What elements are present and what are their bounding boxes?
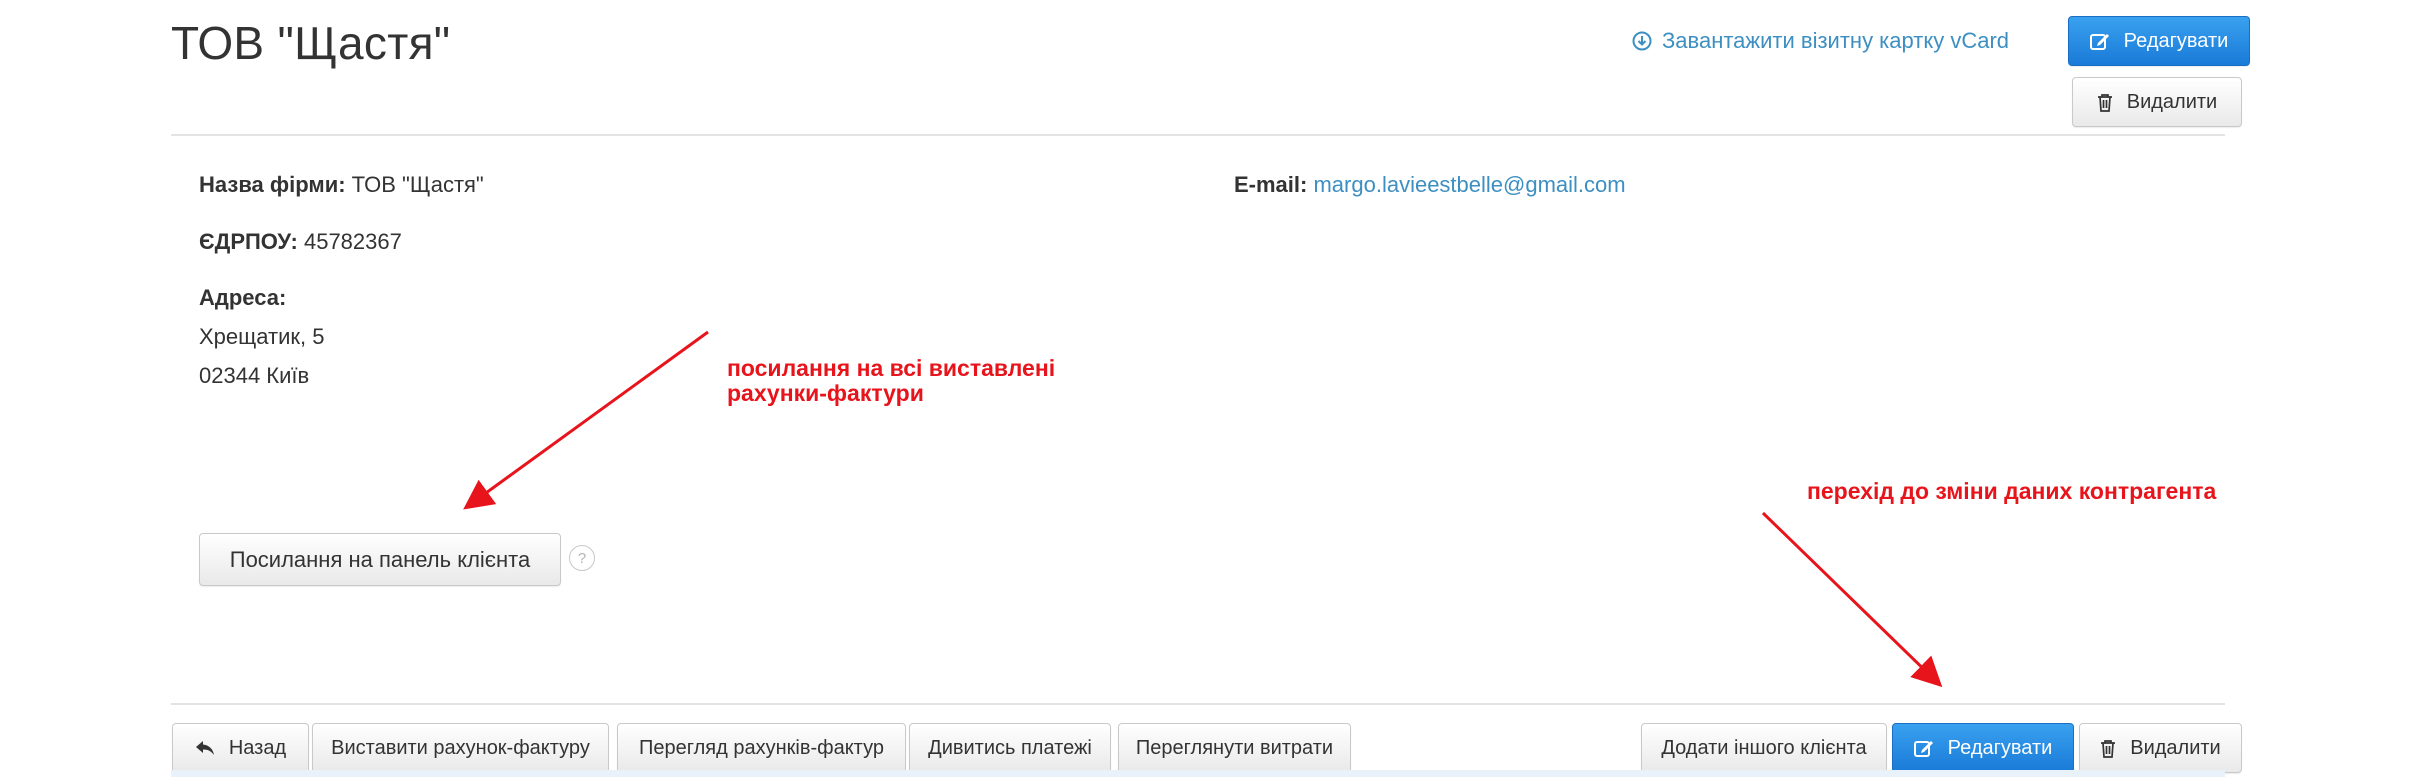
back-button[interactable]: Назад	[172, 723, 309, 773]
view-payments-label: Дивитись платежі	[928, 736, 1092, 759]
bottom-edge-strip	[171, 770, 2225, 777]
reply-arrow-icon	[195, 741, 214, 755]
add-client-label: Додати іншого клієнта	[1661, 736, 1867, 759]
footer-edit-label: Редагувати	[1947, 736, 2053, 759]
create-invoice-label: Виставити рахунок-фактуру	[331, 736, 590, 759]
footer-divider	[171, 703, 2225, 705]
create-invoice-button[interactable]: Виставити рахунок-фактуру	[312, 723, 609, 773]
view-payments-button[interactable]: Дивитись платежі	[909, 723, 1111, 773]
help-icon[interactable]: ?	[569, 545, 595, 571]
back-label: Назад	[228, 736, 287, 759]
view-expenses-button[interactable]: Переглянути витрати	[1118, 723, 1351, 773]
client-panel-link-button[interactable]: Посилання на панель клієнта	[199, 533, 561, 586]
footer-delete-label: Видалити	[2130, 736, 2221, 759]
footer-delete-button[interactable]: Видалити	[2079, 723, 2242, 773]
annotation-arrows	[463, 330, 1943, 688]
help-icon-glyph: ?	[577, 549, 587, 567]
annotation-arrow-invoices	[463, 330, 709, 510]
annotation-arrow-edit	[1761, 511, 1943, 688]
view-expenses-label: Переглянути витрати	[1135, 736, 1334, 759]
add-client-button[interactable]: Додати іншого клієнта	[1641, 723, 1887, 773]
pencil-square-icon	[1913, 741, 1933, 757]
view-invoices-label: Перегляд рахунків-фактур	[639, 736, 884, 759]
view-invoices-button[interactable]: Перегляд рахунків-фактур	[617, 723, 906, 773]
trash-icon	[2101, 739, 2116, 758]
client-panel-link-label: Посилання на панель клієнта	[229, 546, 531, 572]
footer-edit-button[interactable]: Редагувати	[1892, 723, 2074, 773]
